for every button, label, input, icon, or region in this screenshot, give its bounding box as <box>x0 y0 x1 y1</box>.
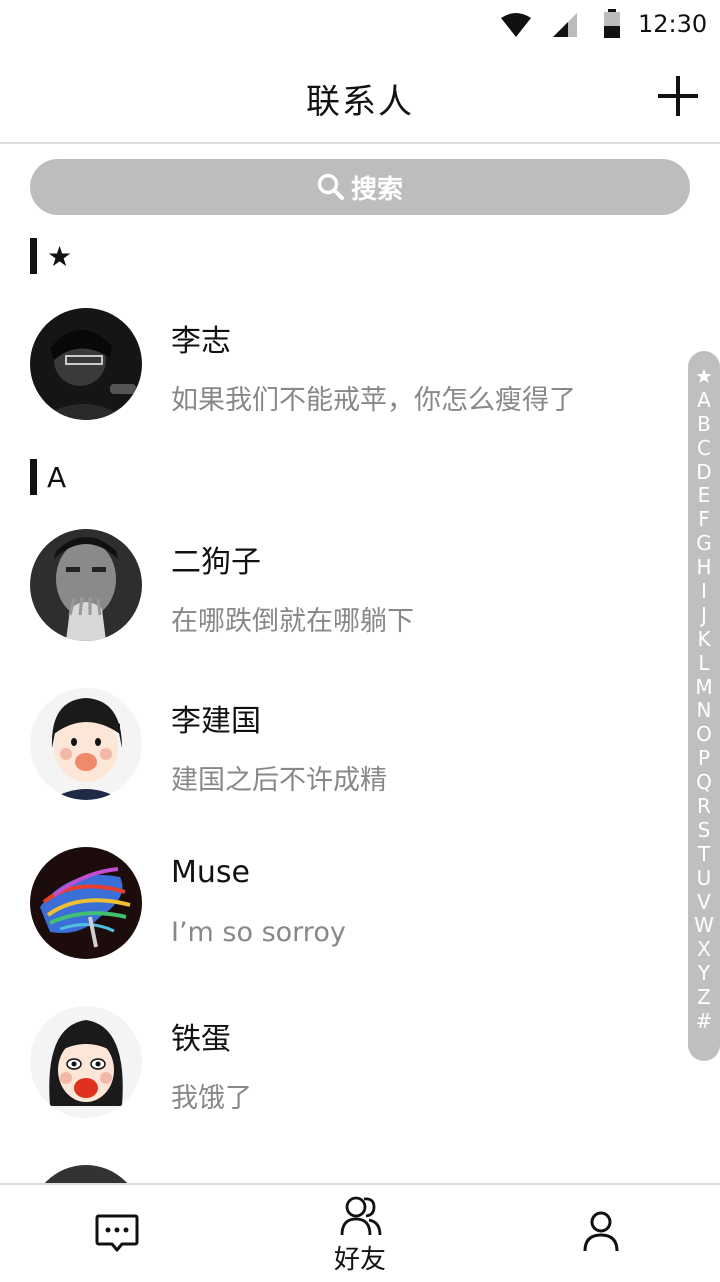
index-letter[interactable]: N <box>697 699 712 723</box>
index-letter[interactable]: Z <box>697 985 711 1010</box>
index-letter[interactable]: U <box>697 866 712 891</box>
contact-item[interactable]: 二狗子 在哪跌倒就在哪躺下 <box>0 529 680 659</box>
index-letter[interactable]: ★ <box>695 364 713 389</box>
search-icon <box>317 173 344 200</box>
index-letter[interactable]: Y <box>698 961 710 986</box>
contact-name: 铁蛋 <box>171 1022 231 1057</box>
page-title: 联系人 <box>306 82 414 122</box>
contact-item-partial[interactable] <box>0 1165 680 1183</box>
index-letter[interactable]: O <box>696 722 712 747</box>
index-letter[interactable]: R <box>697 794 711 819</box>
index-letter[interactable]: D <box>696 460 711 485</box>
section-marker <box>30 238 37 274</box>
contact-item[interactable]: 铁蛋 我饿了 <box>0 1006 680 1136</box>
index-letter[interactable]: T <box>698 842 710 867</box>
index-letter[interactable]: G <box>696 531 712 556</box>
index-letter[interactable]: J <box>701 603 707 628</box>
app-header: 联系人 <box>0 50 720 144</box>
contact-name: Muse <box>171 855 250 890</box>
alphabet-index[interactable]: ★ A B C D E F G H I J K L M N O P Q R S T U V W X Y Z # <box>688 351 720 1061</box>
status-bar: 12:30 <box>0 0 720 50</box>
index-letter[interactable]: Q <box>696 770 712 795</box>
section-letter: A <box>47 460 67 494</box>
tab-bar: 好友 <box>0 1183 720 1282</box>
tab-profile[interactable] <box>540 1185 660 1282</box>
section-letter: ★ <box>47 239 73 273</box>
index-letter[interactable]: X <box>697 937 711 962</box>
contact-item[interactable]: 李志 如果我们不能戒苹，你怎么瘦得了 <box>0 308 680 438</box>
contact-signature: 如果我们不能戒苹，你怎么瘦得了 <box>171 385 576 416</box>
section-header-a: A <box>30 459 66 495</box>
avatar <box>30 529 142 641</box>
user-icon <box>583 1211 619 1252</box>
friends-icon <box>340 1196 382 1236</box>
add-contact-button[interactable] <box>656 74 700 118</box>
chat-icon <box>95 1214 139 1252</box>
avatar <box>30 847 142 959</box>
search-placeholder: 搜索 <box>350 174 403 205</box>
contact-signature: I’m so sorroy <box>171 917 346 948</box>
index-letter[interactable]: V <box>697 890 711 915</box>
index-letter[interactable]: W <box>694 914 714 938</box>
contact-name: 李志 <box>171 324 231 359</box>
status-time: 12:30 <box>638 10 708 38</box>
contact-name: 二狗子 <box>171 545 261 580</box>
index-letter[interactable]: # <box>696 1009 713 1034</box>
avatar <box>30 308 142 420</box>
tab-friends[interactable]: 好友 <box>300 1185 420 1282</box>
index-letter[interactable]: C <box>697 436 711 461</box>
section-marker <box>30 459 37 495</box>
signal-icon <box>553 13 577 37</box>
index-letter[interactable]: P <box>698 746 710 771</box>
index-letter[interactable]: S <box>698 818 711 843</box>
tab-messages[interactable] <box>57 1185 177 1282</box>
index-letter[interactable]: L <box>698 651 709 676</box>
contact-item[interactable]: 李建国 建国之后不许成精 <box>0 688 680 818</box>
contact-item[interactable]: Muse I’m so sorroy <box>0 847 680 977</box>
index-letter[interactable]: F <box>698 507 710 532</box>
plus-icon <box>658 76 698 116</box>
wifi-icon <box>501 13 531 37</box>
section-header-starred: ★ <box>30 238 72 274</box>
index-letter[interactable]: I <box>701 579 707 604</box>
battery-icon <box>604 9 620 38</box>
contact-signature: 建国之后不许成精 <box>171 765 387 796</box>
index-letter[interactable]: E <box>698 484 711 508</box>
contact-name: 李建国 <box>171 704 261 739</box>
index-letter[interactable]: M <box>695 675 712 700</box>
index-letter[interactable]: H <box>696 555 711 580</box>
index-letter[interactable]: B <box>697 412 711 437</box>
contact-signature: 在哪跌倒就在哪躺下 <box>171 606 414 637</box>
index-letter[interactable]: K <box>697 627 710 652</box>
avatar <box>30 688 142 800</box>
avatar <box>30 1165 142 1183</box>
index-letter[interactable]: A <box>697 388 711 413</box>
tab-friends-label: 好友 <box>333 1245 386 1275</box>
avatar <box>30 1006 142 1118</box>
search-input[interactable]: 搜索 <box>30 159 690 215</box>
contact-signature: 我饿了 <box>171 1083 252 1114</box>
